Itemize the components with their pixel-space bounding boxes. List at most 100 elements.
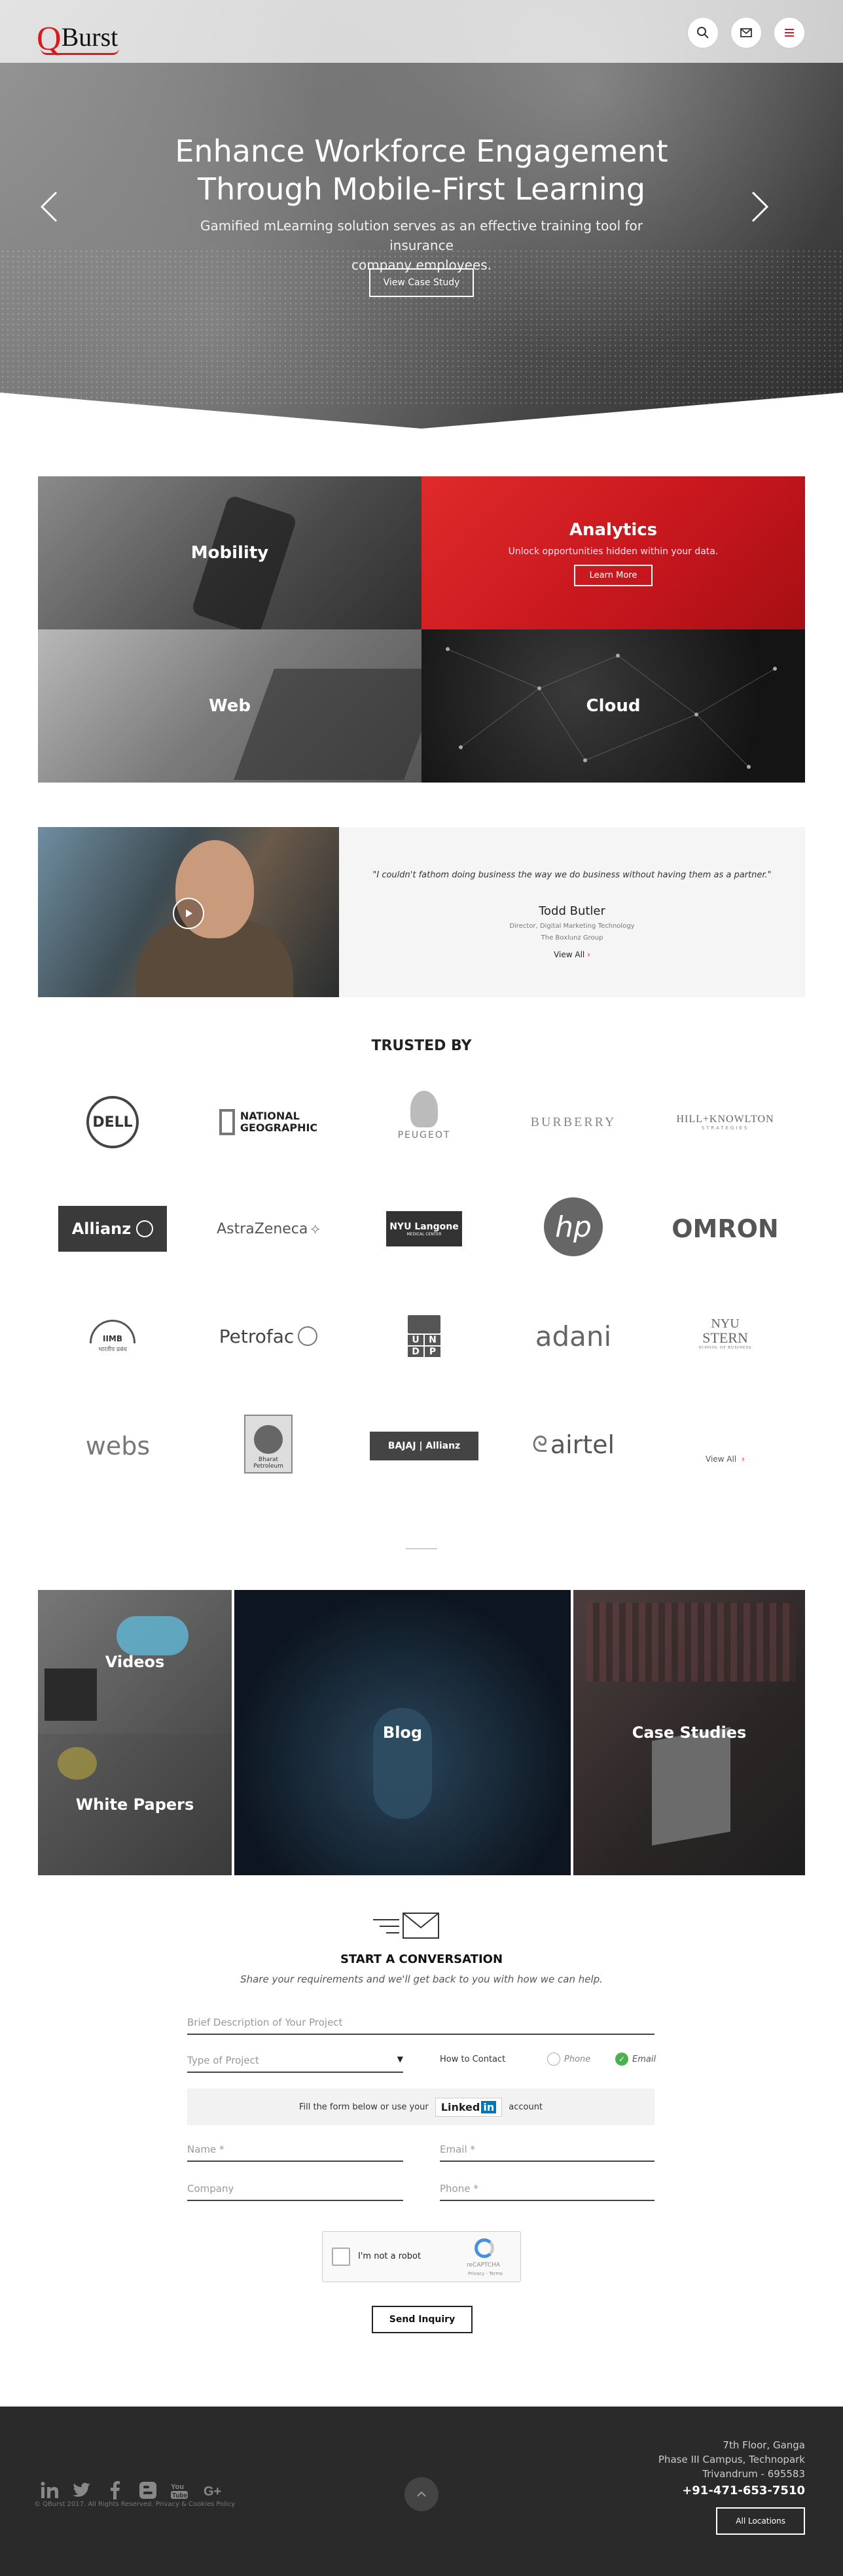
project-type-select[interactable]: Type of Project ▼ <box>187 2055 403 2073</box>
petrofac-text: Petrofac <box>219 1325 295 1347</box>
menu-button[interactable] <box>774 17 805 48</box>
chevron-up-icon <box>417 2491 426 2497</box>
facebook-icon[interactable] <box>105 2480 126 2501</box>
logo-omron: OMRON <box>672 1214 779 1243</box>
bulb-graphic <box>58 1747 97 1780</box>
testimonial-view-all-link[interactable]: View All › <box>339 950 805 959</box>
page: Enhance Workforce Engagement Through Mob… <box>0 0 843 2576</box>
twitter-icon[interactable] <box>71 2480 92 2501</box>
resource-tile-white-papers[interactable]: White Papers <box>38 1734 232 1875</box>
svg-text:You: You <box>171 2483 184 2491</box>
resource-tile-blog[interactable]: Blog <box>234 1590 571 1875</box>
google-plus-icon[interactable]: G+ <box>203 2480 224 2501</box>
qburst-logo[interactable]: QBurst <box>37 16 119 58</box>
contact-option-email[interactable]: ✓ Email <box>615 2053 656 2066</box>
send-inquiry-button[interactable]: Send Inquiry <box>372 2306 473 2333</box>
testimonial-video-thumbnail[interactable] <box>38 827 339 997</box>
resource-tile-videos[interactable]: Videos <box>38 1590 232 1734</box>
allianz-eagle-icon <box>136 1220 154 1237</box>
privacy-policy-link[interactable]: Privacy & Cookies Policy <box>156 2501 235 2508</box>
peugeot-lion-icon <box>410 1091 438 1127</box>
allianz-text: Allianz <box>71 1220 132 1238</box>
service-tile-cloud[interactable]: Cloud <box>422 629 805 783</box>
blogger-icon[interactable] <box>137 2480 158 2501</box>
recaptcha-logo-icon <box>475 2238 494 2258</box>
footer-address-line-2: Phase III Campus, Technopark <box>658 2454 805 2465</box>
all-locations-button[interactable]: All Locations <box>716 2507 805 2535</box>
top-bar: QBurst <box>0 0 843 63</box>
natgeo-text-1: NATIONAL <box>240 1110 300 1122</box>
project-description-input[interactable]: Brief Description of Your Project <box>187 2017 655 2035</box>
bharat-text-1: Bharat <box>258 1456 279 1463</box>
logo-peugeot: PEUGEOT <box>359 1089 490 1142</box>
learn-more-button[interactable]: Learn More <box>573 564 653 586</box>
service-title-web: Web <box>209 696 251 716</box>
tablet-graphic <box>45 1668 97 1721</box>
footer-copyright: © QBurst 2017. All Rights Reserved. <box>34 2501 154 2508</box>
service-desc-analytics: Unlock opportunities hidden within your … <box>508 546 719 557</box>
cloud-graphic <box>117 1616 188 1655</box>
hill-knowlton-sub: STRATEGIES <box>701 1125 749 1131</box>
bharat-emblem-icon <box>254 1425 283 1454</box>
linkedin-word: Linked <box>440 2100 480 2113</box>
dell-text: DELL <box>86 1096 139 1148</box>
resource-tile-case-studies[interactable]: Case Studies <box>573 1590 805 1875</box>
view-case-study-button[interactable]: View Case Study <box>369 268 474 297</box>
testimonial-name: Todd Butler <box>539 904 605 918</box>
nyu-stern-text-1: NYU <box>711 1316 740 1331</box>
undp-globe-icon <box>408 1315 440 1333</box>
logo-iimb: IIMB भारतीय प्रबंध <box>47 1310 178 1362</box>
carousel-prev-icon[interactable] <box>37 187 63 226</box>
footer-phone[interactable]: +91-471-653-7510 <box>658 2484 805 2498</box>
company-input[interactable]: Company <box>187 2183 403 2201</box>
hero-bottom-wedge <box>0 393 843 432</box>
contact-mail-button[interactable] <box>730 17 762 48</box>
email-input[interactable]: Email * <box>440 2144 655 2162</box>
kiosk-graphic <box>652 1727 730 1846</box>
play-icon <box>186 909 192 917</box>
airtel-text: airtel <box>550 1430 615 1459</box>
name-input[interactable]: Name * <box>187 2144 403 2162</box>
back-to-top-button[interactable] <box>404 2477 439 2511</box>
play-button[interactable] <box>173 898 204 929</box>
recaptcha-links[interactable]: Privacy - Terms <box>468 2271 503 2276</box>
linkedin-in-icon: in <box>481 2100 497 2113</box>
logo-nyu-langone: NYU Langone MEDICAL CENTER <box>359 1203 490 1255</box>
clothes-rack-graphic <box>586 1603 796 1682</box>
resource-title-videos: Videos <box>105 1653 165 1671</box>
undp-letter-p: P <box>425 1347 440 1357</box>
recaptcha-label: I'm not a robot <box>358 2251 422 2261</box>
service-title-analytics: Analytics <box>569 520 658 540</box>
search-button[interactable] <box>687 17 719 48</box>
logo-swoosh <box>41 48 119 55</box>
service-tile-analytics[interactable]: Analytics Unlock opportunities hidden wi… <box>422 476 805 629</box>
hero-title: Enhance Workforce Engagement Through Mob… <box>160 132 683 208</box>
footer-legal: © QBurst 2017. All Rights Reserved. Priv… <box>34 2501 235 2508</box>
trusted-by-heading: TRUSTED BY <box>371 1038 472 1054</box>
svg-text:G+: G+ <box>204 2484 221 2499</box>
linkedin-icon[interactable] <box>39 2480 60 2501</box>
phone-input[interactable]: Phone * <box>440 2183 655 2201</box>
contact-heading: START A CONVERSATION <box>340 1952 503 1966</box>
service-tile-web[interactable]: Web <box>38 629 422 783</box>
natgeo-text-2: GEOGRAPHIC <box>240 1121 318 1134</box>
recaptcha-checkbox[interactable] <box>332 2248 350 2266</box>
resource-title-white-papers: White Papers <box>75 1795 194 1814</box>
contact-option-phone[interactable]: Phone <box>547 2053 590 2066</box>
trusted-view-all-link[interactable]: View All › <box>660 1433 791 1485</box>
service-title-cloud: Cloud <box>586 696 641 716</box>
chevron-right-icon: › <box>587 950 590 959</box>
service-tile-mobility[interactable]: Mobility <box>38 476 422 629</box>
testimonial-company: The Boxlunz Group <box>541 934 603 942</box>
logo-bajaj-allianz: BAJAJ | Allianz <box>359 1420 490 1472</box>
airtel-swirl-icon: ᘓ <box>531 1432 548 1458</box>
linkedin-button[interactable]: Linked in <box>435 2097 503 2117</box>
envelope-icon <box>373 1913 439 1939</box>
resource-title-case-studies: Case Studies <box>632 1723 747 1742</box>
hill-knowlton-text: HILL+KNOWLTON <box>676 1114 774 1125</box>
logo-adani: adani <box>535 1320 612 1352</box>
carousel-next-icon[interactable] <box>746 187 772 226</box>
testimonial-role: Director, Digital Marketing Technology <box>509 923 635 930</box>
youtube-icon[interactable]: YouTube <box>169 2480 190 2501</box>
logo-nyu-stern: NYU STERN SCHOOL OF BUSINESS <box>660 1307 791 1360</box>
